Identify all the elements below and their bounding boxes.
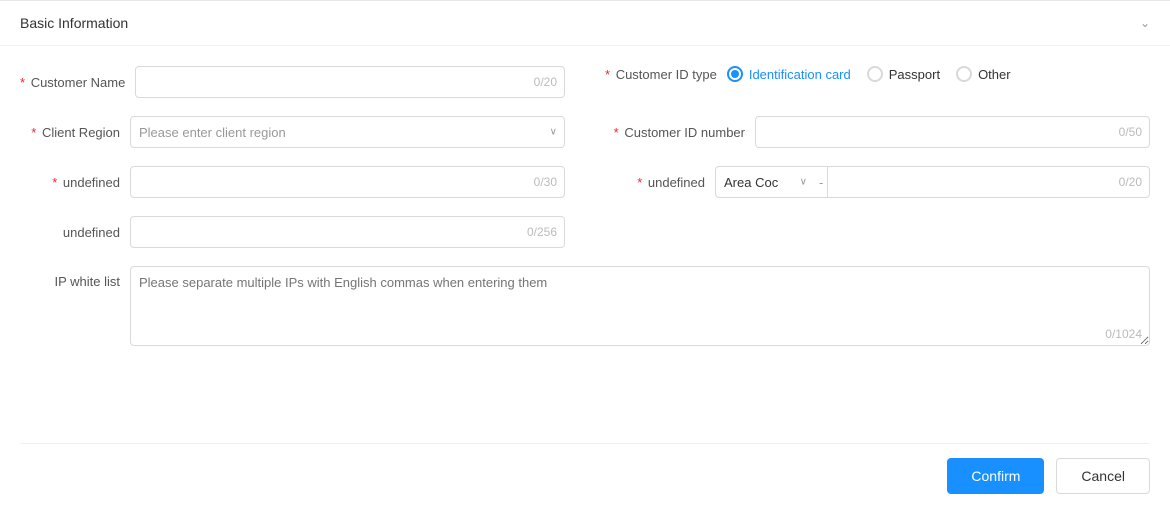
area-code-select[interactable]: Area Coc — [715, 166, 815, 198]
form-content: * Customer Name 0/20 * Customer ID type — [0, 46, 1170, 443]
collapse-icon[interactable]: ⌄ — [1140, 16, 1150, 30]
required-star-2: * — [605, 67, 610, 82]
customer-name-field: * Customer Name 0/20 — [20, 66, 565, 98]
footer: Confirm Cancel — [0, 444, 1170, 508]
phone-char-count: 0/20 — [1119, 175, 1142, 189]
required-star-5: * — [52, 175, 57, 190]
radio-label-passport: Passport — [889, 67, 940, 82]
phone-field: Area Coc - 0/20 — [715, 166, 1150, 198]
required-star-4: * — [614, 125, 619, 140]
undefined-label-2: * undefined — [605, 175, 715, 190]
phone-dash: - — [815, 166, 827, 198]
undefined-input3-wrapper: 0/256 — [130, 216, 565, 248]
customer-id-number-label: * Customer ID number — [605, 125, 755, 140]
page-container: Basic Information ⌄ * Customer Name 0/20 — [0, 0, 1170, 508]
customer-id-type-label: * Customer ID type — [605, 67, 727, 82]
undefined-input-1[interactable] — [130, 166, 565, 198]
cancel-button[interactable]: Cancel — [1056, 458, 1150, 494]
form-row-4: undefined 0/256 — [20, 216, 1150, 248]
undefined-input1-wrapper: 0/30 — [130, 166, 565, 198]
customer-name-input-wrapper: 0/20 — [135, 66, 565, 98]
area-code-select-wrapper: Area Coc — [715, 166, 815, 198]
client-region-select-wrapper: Please enter client region — [130, 116, 565, 148]
customer-name-label: * Customer Name — [20, 75, 135, 90]
form-row-5: IP white list 0/1024 — [20, 266, 1150, 349]
form-row-1: * Customer Name 0/20 * Customer ID type — [20, 66, 1150, 98]
required-star: * — [20, 75, 25, 90]
customer-id-number-input-wrapper: 0/50 — [755, 116, 1150, 148]
radio-circle-other — [956, 66, 972, 82]
radio-other[interactable]: Other — [956, 66, 1011, 82]
customer-id-number-input[interactable] — [755, 116, 1150, 148]
client-region-label: * Client Region — [20, 125, 130, 140]
required-star-3: * — [31, 125, 36, 140]
radio-identification-card[interactable]: Identification card — [727, 66, 851, 82]
undefined-label-3: undefined — [20, 225, 130, 240]
form-row-3: * undefined 0/30 * undefined — [20, 166, 1150, 198]
radio-circle-passport — [867, 66, 883, 82]
phone-input[interactable] — [827, 166, 1150, 198]
customer-id-type-field: * Customer ID type Identification card P… — [605, 66, 1150, 82]
radio-circle-id-card — [727, 66, 743, 82]
ip-whitelist-field: IP white list 0/1024 — [20, 266, 1150, 349]
radio-label-id-card: Identification card — [749, 67, 851, 82]
customer-name-input[interactable] — [135, 66, 565, 98]
ip-whitelist-textarea-wrapper: 0/1024 — [130, 266, 1150, 349]
undefined-field3: undefined 0/256 — [20, 216, 565, 248]
phone-input-wrapper: 0/20 — [827, 166, 1150, 198]
customer-id-number-field: * Customer ID number 0/50 — [605, 116, 1150, 148]
ip-whitelist-char-count: 0/1024 — [1105, 327, 1142, 341]
form-row-2: * Client Region Please enter client regi… — [20, 116, 1150, 148]
customer-id-type-radio-group: Identification card Passport Other — [727, 66, 1011, 82]
section-title: Basic Information — [20, 15, 128, 31]
section-header: Basic Information ⌄ — [0, 1, 1170, 46]
radio-passport[interactable]: Passport — [867, 66, 940, 82]
ip-whitelist-label: IP white list — [20, 274, 130, 289]
client-region-select[interactable]: Please enter client region — [130, 116, 565, 148]
radio-label-other: Other — [978, 67, 1011, 82]
undefined-input-3[interactable] — [130, 216, 565, 248]
confirm-button[interactable]: Confirm — [947, 458, 1044, 494]
undefined-field2: * undefined Area Coc - 0/20 — [605, 166, 1150, 198]
ip-whitelist-textarea[interactable] — [130, 266, 1150, 346]
required-star-6: * — [637, 175, 642, 190]
undefined-label-1: * undefined — [20, 175, 130, 190]
undefined-field1: * undefined 0/30 — [20, 166, 565, 198]
client-region-field: * Client Region Please enter client regi… — [20, 116, 565, 148]
